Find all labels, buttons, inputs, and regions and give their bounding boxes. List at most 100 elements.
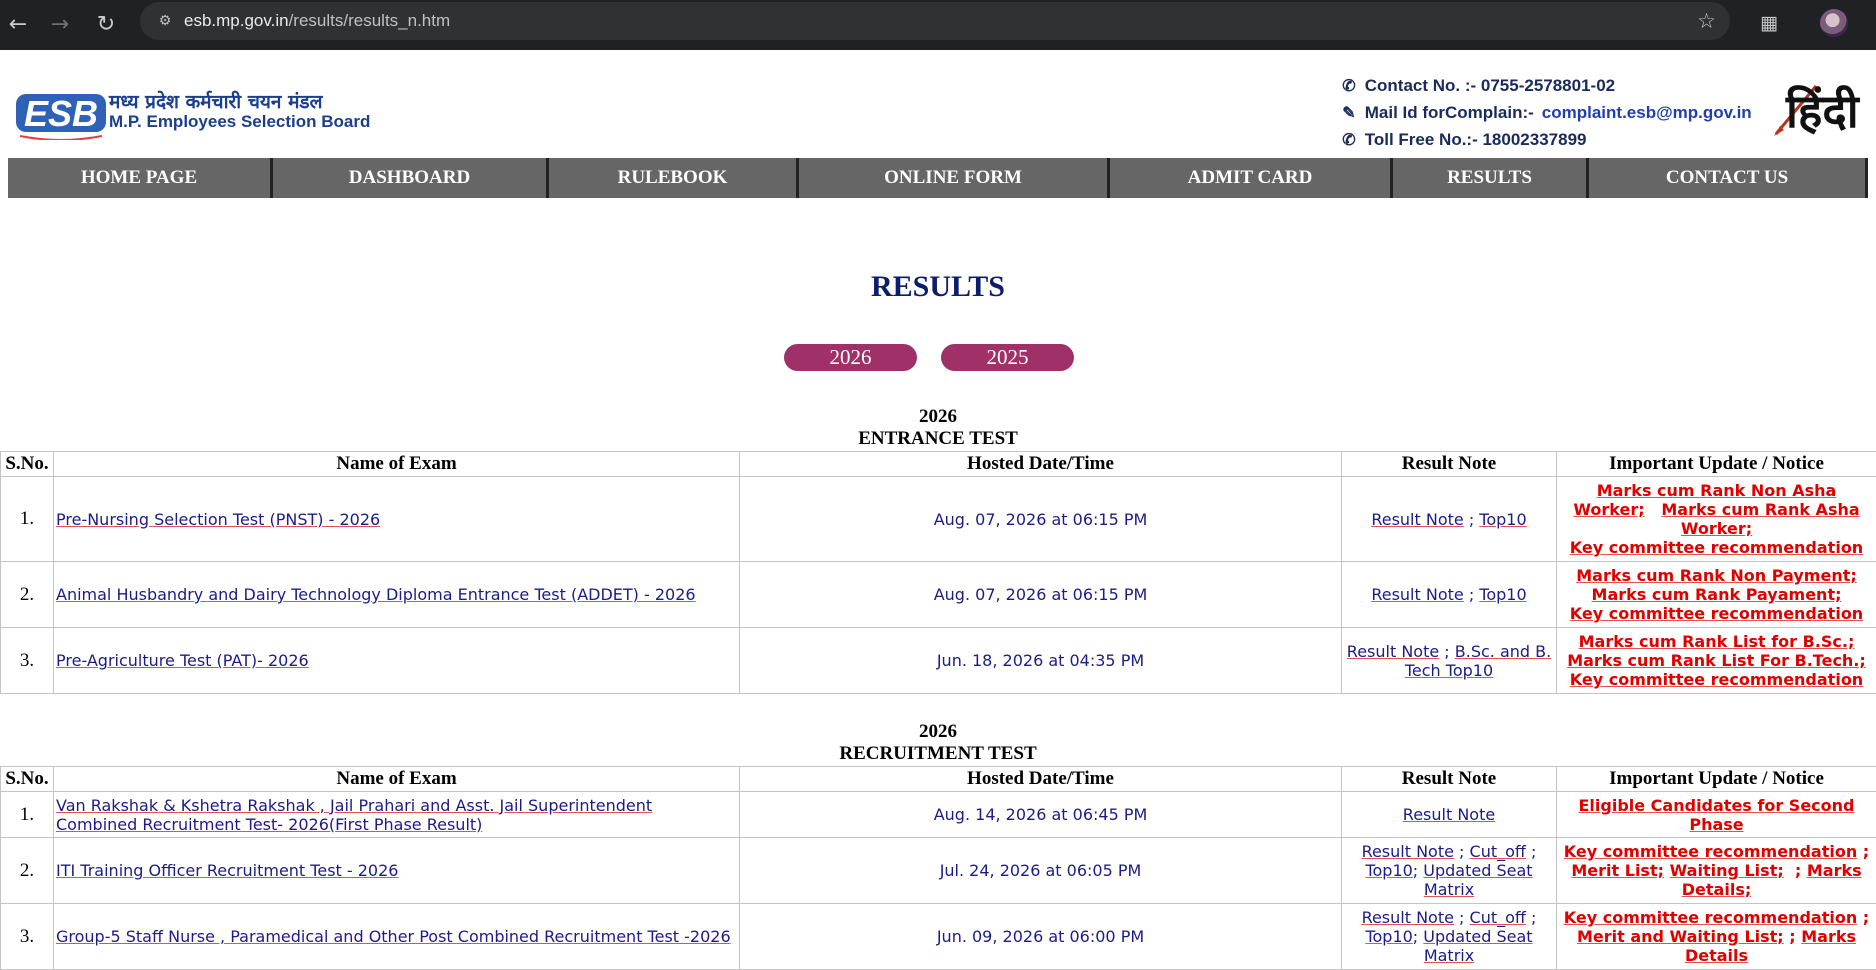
row-sno: 1. xyxy=(1,477,54,562)
esb-logo[interactable]: ESB मध्य प्रदेश कर्मचारी चयन मंडल M.P. E… xyxy=(16,82,346,144)
table-row: 2. Animal Husbandry and Dairy Technology… xyxy=(1,562,1876,628)
update-link[interactable]: Marks cum Rank Payament; xyxy=(1592,585,1842,604)
entrance-year-heading: 2026 xyxy=(0,406,1876,428)
extensions-icon[interactable]: ▦ xyxy=(1754,8,1784,38)
table-row: 3. Group-5 Staff Nurse , Paramedical and… xyxy=(1,904,1876,970)
logo-hindi-text: मध्य प्रदेश कर्मचारी चयन मंडल xyxy=(109,88,322,114)
update-link[interactable]: Key committee recommendation xyxy=(1570,538,1863,557)
exam-link[interactable]: Pre-Nursing Selection Test (PNST) - 2026 xyxy=(56,510,380,529)
result-note-link[interactable]: Result Note xyxy=(1362,842,1454,861)
table-header-row: S.No. Name of Exam Hosted Date/Time Resu… xyxy=(1,767,1876,792)
update-link[interactable]: Merit and Waiting List; xyxy=(1577,927,1784,946)
hosted-date: Jul. 24, 2026 at 06:05 PM xyxy=(740,838,1342,904)
table-row: 2. ITI Training Officer Recruitment Test… xyxy=(1,838,1876,904)
update-link[interactable]: Marks cum Rank List For B.Tech.; xyxy=(1567,651,1866,670)
update-link[interactable]: Key committee recommendation xyxy=(1570,670,1863,689)
phone-icon: ✆ xyxy=(1338,127,1360,154)
bookmark-star-icon[interactable]: ☆ xyxy=(1697,6,1716,36)
row-sno: 2. xyxy=(1,562,54,628)
result-note-link[interactable]: Result Note xyxy=(1362,908,1454,927)
back-arrow-icon[interactable]: ← xyxy=(2,9,34,41)
update-link[interactable]: Key committee recommendation xyxy=(1570,604,1863,623)
top10-link[interactable]: Top10 xyxy=(1479,585,1526,604)
col-hosted-date: Hosted Date/Time xyxy=(740,452,1342,477)
svg-text:ESB: ESB xyxy=(24,93,98,134)
menu-contact-us[interactable]: CONTACT US xyxy=(1589,158,1868,198)
complaint-email-link[interactable]: complaint.esb@mp.gov.in xyxy=(1542,103,1752,122)
result-note-link[interactable]: Result Note xyxy=(1347,642,1439,661)
row-sno: 2. xyxy=(1,838,54,904)
menu-dashboard[interactable]: DASHBOARD xyxy=(273,158,549,198)
forward-arrow-icon[interactable]: → xyxy=(44,9,76,41)
entrance-section-title: ENTRANCE TEST xyxy=(0,428,1876,450)
url-text[interactable]: esb.mp.gov.in/results/results_n.htm xyxy=(184,2,450,40)
year-2026-button[interactable]: 2026 xyxy=(784,344,917,371)
cutoff-link[interactable]: Cut_off xyxy=(1470,908,1526,927)
hosted-date: Jun. 09, 2026 at 06:00 PM xyxy=(740,904,1342,970)
phone-icon: ✆ xyxy=(1338,73,1360,100)
hosted-date: Jun. 18, 2026 at 04:35 PM xyxy=(740,628,1342,694)
update-link[interactable]: Key committee recommendation xyxy=(1564,842,1857,861)
contact-number: Contact No. :- 0755-2578801-02 xyxy=(1365,76,1615,95)
table-row: 1. Van Rakshak & Kshetra Rakshak , Jail … xyxy=(1,792,1876,838)
esb-logo-mark: ESB xyxy=(16,86,106,140)
update-link[interactable]: Marks cum Rank Asha Worker; xyxy=(1661,500,1859,538)
year-2025-button[interactable]: 2025 xyxy=(941,344,1074,371)
contact-block: ✆ Contact No. :- 0755-2578801-02 ✎ Mail … xyxy=(1338,72,1778,153)
exam-link[interactable]: Pre-Agriculture Test (PAT)- 2026 xyxy=(56,651,309,670)
col-important-update: Important Update / Notice xyxy=(1557,452,1876,477)
col-result-note: Result Note xyxy=(1342,767,1557,792)
col-result-note: Result Note xyxy=(1342,452,1557,477)
main-menu: HOME PAGE DASHBOARD RULEBOOK ONLINE FORM… xyxy=(8,158,1868,198)
row-sno: 1. xyxy=(1,792,54,838)
col-sno: S.No. xyxy=(1,452,54,477)
col-exam-name: Name of Exam xyxy=(54,452,740,477)
menu-results[interactable]: RESULTS xyxy=(1393,158,1589,198)
menu-home-page[interactable]: HOME PAGE xyxy=(8,158,273,198)
page-title: RESULTS xyxy=(0,270,1876,304)
pen-icon: ✎ xyxy=(1338,100,1360,127)
hosted-date: Aug. 14, 2026 at 06:45 PM xyxy=(740,792,1342,838)
seat-matrix-link[interactable]: Updated Seat Matrix xyxy=(1423,861,1532,899)
hosted-date: Aug. 07, 2026 at 06:15 PM xyxy=(740,477,1342,562)
col-hosted-date: Hosted Date/Time xyxy=(740,767,1342,792)
update-link[interactable]: Marks cum Rank Non Payment; xyxy=(1576,566,1857,585)
address-bar[interactable]: ⚙ esb.mp.gov.in/results/results_n.htm ☆ xyxy=(140,2,1730,40)
row-sno: 3. xyxy=(1,628,54,694)
profile-avatar[interactable] xyxy=(1820,9,1848,37)
table-row: 1. Pre-Nursing Selection Test (PNST) - 2… xyxy=(1,477,1876,562)
cutoff-link[interactable]: Cut_off xyxy=(1470,842,1526,861)
logo-english-text: M.P. Employees Selection Board xyxy=(109,112,370,132)
update-link[interactable]: Eligible Candidates for Second Phase xyxy=(1578,796,1854,834)
top10-link[interactable]: Top10 xyxy=(1365,861,1412,880)
result-note-link[interactable]: Result Note xyxy=(1403,805,1495,824)
exam-link[interactable]: Animal Husbandry and Dairy Technology Di… xyxy=(56,585,696,604)
hosted-date: Aug. 07, 2026 at 06:15 PM xyxy=(740,562,1342,628)
update-link[interactable]: Marks cum Rank List for B.Sc.; xyxy=(1579,632,1855,651)
menu-rulebook[interactable]: RULEBOOK xyxy=(549,158,799,198)
result-note-link[interactable]: Result Note xyxy=(1371,585,1463,604)
site-info-icon[interactable]: ⚙ xyxy=(154,10,176,32)
table-row: 3. Pre-Agriculture Test (PAT)- 2026 Jun.… xyxy=(1,628,1876,694)
exam-link[interactable]: Group-5 Staff Nurse , Paramedical and Ot… xyxy=(56,927,731,946)
update-link[interactable]: Waiting List; xyxy=(1670,861,1784,880)
result-note-link[interactable]: Result Note xyxy=(1371,510,1463,529)
hindi-language-link[interactable]: हिंदी xyxy=(1772,78,1866,140)
col-exam-name: Name of Exam xyxy=(54,767,740,792)
seat-matrix-link[interactable]: Updated Seat Matrix xyxy=(1423,927,1532,965)
top10-link[interactable]: Top10 xyxy=(1365,927,1412,946)
update-link[interactable]: Key committee recommendation xyxy=(1564,908,1857,927)
table-header-row: S.No. Name of Exam Hosted Date/Time Resu… xyxy=(1,452,1876,477)
top10-link[interactable]: Top10 xyxy=(1479,510,1526,529)
update-link[interactable]: Merit List; xyxy=(1571,861,1664,880)
row-sno: 3. xyxy=(1,904,54,970)
menu-admit-card[interactable]: ADMIT CARD xyxy=(1110,158,1393,198)
recruitment-results-table: S.No. Name of Exam Hosted Date/Time Resu… xyxy=(0,766,1876,970)
recruitment-section-title: RECRUITMENT TEST xyxy=(0,743,1876,765)
exam-link[interactable]: Van Rakshak & Kshetra Rakshak , Jail Pra… xyxy=(56,796,652,834)
reload-icon[interactable]: ↻ xyxy=(90,9,122,41)
mail-label: Mail Id forComplain:- xyxy=(1365,103,1534,122)
menu-online-form[interactable]: ONLINE FORM xyxy=(799,158,1110,198)
col-important-update: Important Update / Notice xyxy=(1557,767,1876,792)
exam-link[interactable]: ITI Training Officer Recruitment Test - … xyxy=(56,861,398,880)
